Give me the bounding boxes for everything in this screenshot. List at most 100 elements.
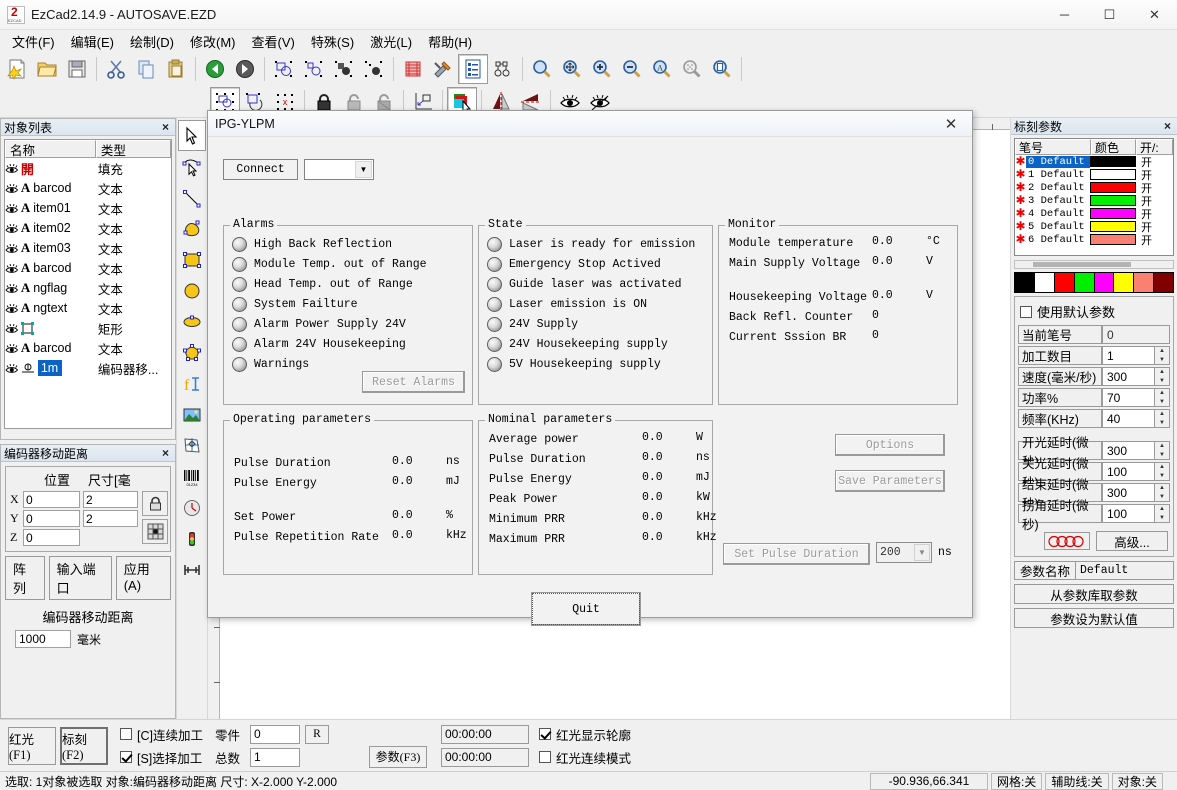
barcode-tool[interactable]: 01234 — [178, 461, 206, 492]
save-file-icon[interactable] — [62, 54, 92, 84]
zoom-select-icon[interactable] — [527, 54, 557, 84]
pen-color-swatch[interactable] — [1090, 169, 1136, 180]
encoder-distance-input[interactable]: 1000 — [15, 630, 71, 648]
object-name-cell[interactable]: 開 — [21, 159, 96, 178]
visibility-eye-icon[interactable] — [5, 183, 21, 194]
zoom-extent-icon[interactable] — [677, 54, 707, 84]
copy-icon[interactable] — [131, 54, 161, 84]
mark-param-input[interactable]: 40 ▲ ▼ — [1102, 409, 1170, 428]
continuous-processing-checkbox[interactable] — [120, 728, 132, 740]
anchor-grid-icon[interactable] — [142, 519, 168, 544]
combine-icon[interactable] — [329, 54, 359, 84]
menu-special[interactable]: 特殊(S) — [303, 29, 362, 54]
object-name-cell[interactable]: Abarcod — [21, 260, 96, 276]
visibility-eye-icon[interactable] — [5, 203, 21, 214]
object-name-cell[interactable] — [20, 321, 96, 335]
object-list-row[interactable]: Aitem03 文本 — [5, 238, 171, 258]
column-header-color[interactable]: 颜色 — [1091, 139, 1136, 155]
spinner-control[interactable]: ▲ ▼ — [1154, 442, 1169, 459]
options-button[interactable]: Options — [835, 434, 945, 456]
oval-tool[interactable] — [178, 306, 206, 337]
minimize-button[interactable]: ─ — [1042, 0, 1087, 30]
object-snap-status[interactable]: 对象:关 — [1111, 772, 1163, 790]
pen-color-swatch[interactable] — [1090, 182, 1136, 193]
paste-icon[interactable] — [161, 54, 191, 84]
object-name-cell[interactable]: Aitem02 — [21, 220, 96, 236]
object-list-row[interactable]: 矩形 — [5, 318, 171, 338]
pulse-duration-chevron-down-icon[interactable]: ▼ — [914, 544, 930, 561]
red-light-button[interactable]: 红光(F1) — [8, 726, 56, 765]
zoom-pan-icon[interactable] — [557, 54, 587, 84]
ellipse-tool[interactable] — [178, 275, 206, 306]
param-name-value[interactable]: Default — [1076, 561, 1174, 580]
spinner-control[interactable]: ▲ ▼ — [1154, 389, 1169, 406]
padlock-icon[interactable] — [142, 491, 168, 516]
size-x-input[interactable]: 2 — [83, 491, 138, 508]
visibility-eye-icon[interactable] — [5, 283, 21, 294]
color-swatch[interactable] — [1153, 272, 1174, 293]
object-list-row[interactable]: Angtext 文本 — [5, 298, 171, 318]
object-list-row[interactable]: Aitem01 文本 — [5, 198, 171, 218]
menu-edit[interactable]: 编辑(E) — [63, 29, 122, 54]
object-list-row[interactable]: 開填充 — [5, 158, 171, 178]
object-name-cell[interactable]: Abarcod — [21, 340, 96, 356]
mark-param-input[interactable]: 70 ▲ ▼ — [1102, 388, 1170, 407]
select-processing-row[interactable]: [S]选择加工 — [120, 748, 203, 767]
visibility-eye-icon[interactable] — [5, 303, 21, 314]
load-params-button[interactable]: 从参数库取参数 — [1014, 584, 1174, 604]
position-panel-close-icon[interactable]: × — [159, 446, 172, 460]
delay-param-input[interactable]: 300 ▲ ▼ — [1102, 483, 1170, 502]
chevron-down-icon[interactable]: ▼ — [355, 161, 372, 178]
visibility-eye-icon[interactable] — [5, 363, 21, 374]
spinner-control[interactable]: ▲ ▼ — [1154, 410, 1169, 427]
spinner-control[interactable]: ▲ ▼ — [1154, 463, 1169, 480]
use-default-params-checkbox[interactable] — [1020, 305, 1032, 318]
delay-param-input[interactable]: 100 ▲ ▼ — [1102, 462, 1170, 481]
uncombine-icon[interactable] — [359, 54, 389, 84]
rectangle-tool[interactable] — [178, 244, 206, 275]
visibility-eye-icon[interactable] — [5, 163, 21, 174]
object-list-row[interactable]: Abarcod 文本 — [5, 338, 171, 358]
color-swatch[interactable] — [1053, 272, 1074, 293]
pen-color-swatch[interactable] — [1090, 156, 1136, 167]
parameter-list-icon[interactable] — [458, 54, 488, 84]
object-name-cell[interactable]: Aitem01 — [21, 200, 96, 216]
continuous-mode-row[interactable]: 红光连续模式 — [539, 748, 631, 767]
pen-color-swatch[interactable] — [1090, 234, 1136, 245]
color-palette[interactable] — [1014, 272, 1174, 293]
parts-count-input[interactable]: 0 — [250, 724, 300, 744]
color-swatch[interactable] — [1093, 272, 1114, 293]
connect-button[interactable]: Connect — [223, 159, 298, 180]
show-outline-checkbox[interactable] — [539, 728, 551, 740]
menu-laser[interactable]: 激光(L) — [362, 29, 420, 54]
reset-counter-button[interactable]: R — [305, 724, 329, 744]
zoom-out-icon[interactable] — [617, 54, 647, 84]
use-default-params-row[interactable]: 使用默认参数 — [1018, 300, 1170, 325]
object-list-row[interactable]: 1m 编码器移... — [5, 358, 171, 378]
mark-param-input[interactable]: 300 ▲ ▼ — [1102, 367, 1170, 386]
param-f3-button[interactable]: 参数(F3) — [369, 745, 427, 768]
dialog-close-icon[interactable]: ✕ — [934, 112, 968, 136]
object-list-row[interactable]: Aitem02 文本 — [5, 218, 171, 238]
mark-button[interactable]: 标刻(F2) — [60, 726, 108, 765]
zoom-in-icon[interactable] — [587, 54, 617, 84]
cut-icon[interactable] — [101, 54, 131, 84]
new-file-icon[interactable] — [2, 54, 32, 84]
zoom-page-icon[interactable] — [707, 54, 737, 84]
pen-color-swatch[interactable] — [1090, 208, 1136, 219]
close-button[interactable]: ✕ — [1132, 0, 1177, 30]
object-name-cell[interactable]: 1m — [21, 360, 96, 376]
spinner-control[interactable]: ▲ ▼ — [1154, 347, 1169, 364]
pointer-tool[interactable] — [178, 120, 206, 151]
position-y-input[interactable]: 0 — [23, 510, 80, 527]
zoom-all-icon[interactable]: A — [647, 54, 677, 84]
pen-color-swatch[interactable] — [1090, 195, 1136, 206]
mark-param-input[interactable]: 0 — [1102, 325, 1170, 344]
pulse-duration-combo[interactable]: 200 ▼ — [876, 542, 932, 563]
size-y-input[interactable]: 2 — [83, 510, 138, 527]
show-outline-row[interactable]: 红光显示轮廓 — [539, 725, 631, 744]
position-x-input[interactable]: 0 — [23, 491, 80, 508]
advanced-button[interactable]: 高级... — [1096, 531, 1168, 551]
maximize-button[interactable]: ☐ — [1087, 0, 1132, 30]
color-swatch[interactable] — [1073, 272, 1094, 293]
